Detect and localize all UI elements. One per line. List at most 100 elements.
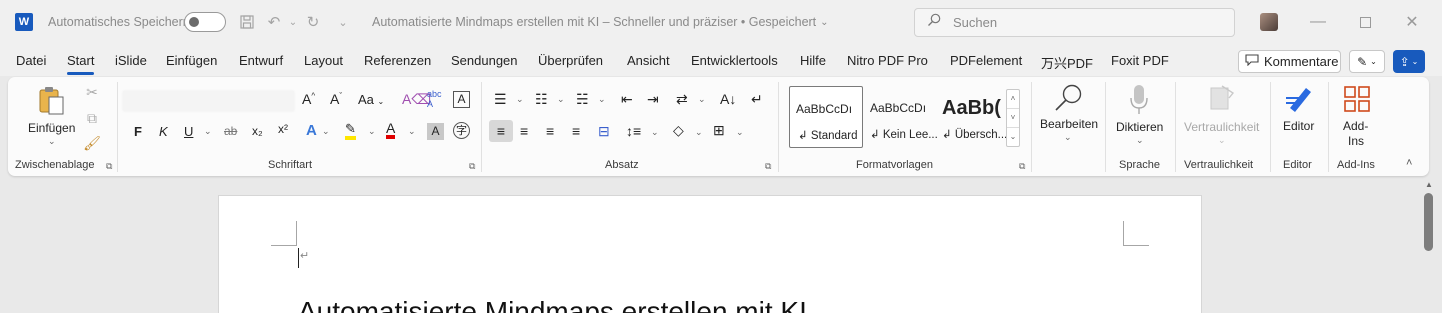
align-left-button[interactable]: ≡ (489, 120, 513, 142)
tab-pdfelement[interactable]: PDFelement (950, 53, 1022, 68)
copy-icon[interactable]: ⧉ (84, 110, 100, 126)
numbering-icon[interactable]: ☷ (535, 91, 548, 108)
tab-islide[interactable]: iSlide (115, 53, 147, 68)
character-border-icon[interactable]: A (453, 91, 470, 108)
font-color-dropdown-icon[interactable]: ⌄ (408, 126, 416, 137)
addins-label-line2[interactable]: Ins (1348, 134, 1364, 148)
font-launcher-icon[interactable]: ⧉ (469, 161, 475, 172)
addins-label-line1[interactable]: Add- (1343, 119, 1368, 133)
underline-button[interactable]: U (184, 124, 193, 139)
bullets-icon[interactable]: ☰ (494, 91, 507, 108)
format-painter-icon[interactable]: 🖌 (83, 135, 101, 151)
strikethrough-button[interactable]: ab (224, 124, 237, 138)
show-formatting-marks-icon[interactable]: ↵ (751, 91, 763, 108)
scroll-up-icon[interactable]: ˄ (1007, 90, 1019, 108)
tab-entwurf[interactable]: Entwurf (239, 53, 283, 68)
tab-nitro-pdf-pro[interactable]: Nitro PDF Pro (847, 53, 928, 68)
shading-icon[interactable]: ◇ (673, 122, 684, 139)
multilevel-list-icon[interactable]: ☵ (576, 91, 589, 108)
editing-mode-button[interactable]: ✎ ⌄ (1349, 50, 1385, 73)
character-shading-icon[interactable]: A (427, 123, 444, 140)
paste-dropdown-icon[interactable]: ⌄ (48, 136, 56, 147)
shading-dropdown-icon[interactable]: ⌄ (695, 127, 703, 138)
phonetic-guide-icon[interactable]: abc A (427, 89, 442, 109)
maximize-icon[interactable] (1352, 10, 1378, 34)
font-name-size-select[interactable] (122, 90, 295, 112)
underline-dropdown-icon[interactable]: ⌄ (204, 126, 212, 137)
editing-dropdown-icon[interactable]: ⌄ (1064, 132, 1072, 143)
tab-datei[interactable]: Datei (16, 53, 46, 68)
close-icon[interactable]: ✕ (1399, 10, 1425, 34)
align-right-button[interactable]: ≡ (546, 123, 554, 139)
paste-label[interactable]: Einfügen (28, 121, 75, 135)
comments-button[interactable]: Kommentare (1238, 50, 1341, 73)
decrease-indent-icon[interactable]: ⇤ (621, 91, 633, 108)
distributed-button[interactable]: ⊟ (598, 123, 610, 140)
text-direction-dropdown-icon[interactable]: ⌄ (698, 94, 706, 105)
addins-icon[interactable] (1342, 84, 1372, 114)
justify-button[interactable]: ≡ (572, 123, 580, 139)
style-ueberschrift[interactable]: AaBb( ↲ Übersch... (936, 86, 1006, 148)
dictate-label[interactable]: Diktieren (1116, 120, 1163, 134)
tab-hilfe[interactable]: Hilfe (800, 53, 826, 68)
change-case-icon[interactable]: Aa ⌄ (358, 92, 384, 107)
text-effects-icon[interactable]: A (306, 122, 317, 139)
grow-font-icon[interactable]: A^ (302, 91, 315, 107)
microphone-icon[interactable] (1128, 83, 1150, 117)
find-icon[interactable] (1052, 82, 1084, 114)
multilevel-dropdown-icon[interactable]: ⌄ (598, 94, 606, 105)
tab-sendungen[interactable]: Sendungen (451, 53, 518, 68)
increase-indent-icon[interactable]: ⇥ (647, 91, 659, 108)
superscript-button[interactable]: x² (278, 122, 288, 136)
share-button[interactable]: ⇪ ⌄ (1393, 50, 1425, 73)
editor-icon[interactable] (1283, 83, 1315, 115)
undo-icon[interactable]: ↶ (264, 12, 284, 32)
tab-start[interactable]: Start (67, 53, 95, 75)
text-effects-dropdown-icon[interactable]: ⌄ (322, 126, 330, 137)
shrink-font-icon[interactable]: Aˇ (330, 91, 342, 107)
collapse-ribbon-icon[interactable]: ˄ (1406, 157, 1412, 169)
dictate-dropdown-icon[interactable]: ⌄ (1136, 135, 1144, 146)
avatar[interactable] (1260, 13, 1278, 31)
subscript-button[interactable]: x₂ (252, 124, 263, 138)
scroll-up-arrow-icon[interactable]: ▲ (1425, 180, 1433, 189)
tab-layout[interactable]: Layout (304, 53, 343, 68)
tab-wanxing-pdf[interactable]: 万兴PDF (1041, 53, 1093, 72)
paste-icon[interactable] (37, 85, 67, 117)
font-color-icon[interactable]: A (386, 121, 396, 139)
enclose-characters-icon[interactable]: 字 (453, 122, 470, 139)
highlight-color-icon[interactable]: ✎ (345, 122, 356, 140)
highlight-dropdown-icon[interactable]: ⌄ (368, 126, 376, 137)
bold-button[interactable]: F (134, 124, 142, 139)
numbering-dropdown-icon[interactable]: ⌄ (557, 94, 565, 105)
tab-foxit-pdf[interactable]: Foxit PDF (1111, 53, 1169, 68)
scroll-down-icon[interactable]: ˅ (1007, 108, 1019, 127)
style-kein-leerraum[interactable]: AaBbCcDı ↲ Kein Lee... (864, 86, 938, 148)
search-input[interactable]: Suchen (914, 8, 1235, 37)
style-standard[interactable]: AaBbCcDı ↲ Standard (789, 86, 863, 148)
minimize-icon[interactable]: — (1305, 10, 1331, 34)
italic-button[interactable]: K (159, 124, 168, 139)
borders-icon[interactable]: ⊞ (713, 122, 725, 139)
editor-label[interactable]: Editor (1283, 119, 1314, 133)
line-spacing-icon[interactable]: ↕≡ (626, 123, 641, 139)
tab-einfuegen[interactable]: Einfügen (166, 53, 217, 68)
styles-scroll[interactable]: ˄ ˅ ⌄ (1006, 89, 1020, 147)
cut-icon[interactable]: ✂ (84, 84, 100, 100)
sort-icon[interactable]: A↓ (720, 91, 736, 107)
line-spacing-dropdown-icon[interactable]: ⌄ (651, 127, 659, 138)
undo-dropdown-icon[interactable]: ⌄ (283, 12, 303, 32)
redo-icon[interactable]: ↻ (303, 12, 323, 32)
tab-referenzen[interactable]: Referenzen (364, 53, 431, 68)
tab-ansicht[interactable]: Ansicht (627, 53, 670, 68)
autosave-toggle[interactable] (184, 12, 226, 32)
clipboard-launcher-icon[interactable]: ⧉ (106, 161, 112, 172)
text-direction-icon[interactable]: ⇄ (676, 91, 688, 108)
bullets-dropdown-icon[interactable]: ⌄ (516, 94, 524, 105)
scrollbar-thumb[interactable] (1424, 193, 1433, 251)
more-styles-icon[interactable]: ⌄ (1007, 127, 1019, 146)
styles-launcher-icon[interactable]: ⧉ (1019, 161, 1025, 172)
editing-label[interactable]: Bearbeiten (1040, 117, 1098, 131)
paragraph-launcher-icon[interactable]: ⧉ (765, 161, 771, 172)
tab-ueberpruefen[interactable]: Überprüfen (538, 53, 603, 68)
